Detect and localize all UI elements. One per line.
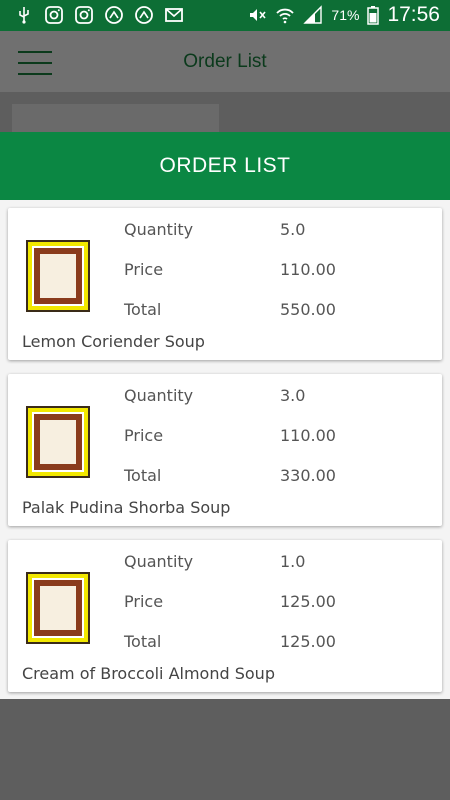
quantity-value: 3.0 — [280, 386, 306, 405]
quantity-label: Quantity — [124, 220, 194, 239]
instagram-icon — [75, 6, 93, 24]
price-label: Price — [124, 426, 164, 445]
order-item-card[interactable]: Quantity 3.0 Price 110.00 Total 330.00 P… — [8, 374, 442, 526]
app-bar-title: Order List — [183, 51, 267, 72]
usb-icon — [19, 7, 29, 24]
price-label: Price — [124, 592, 164, 611]
total-label: Total — [124, 632, 162, 651]
background-content — [0, 92, 450, 132]
app-icon — [135, 6, 153, 24]
total-value: 330.00 — [280, 466, 336, 485]
total-label: Total — [124, 466, 162, 485]
item-thumbnail — [26, 406, 90, 478]
price-value: 110.00 — [280, 426, 336, 445]
status-bar: 71% 17:56 — [0, 0, 450, 31]
app-icon — [105, 6, 123, 24]
battery-icon — [367, 6, 380, 25]
total-value: 125.00 — [280, 632, 336, 651]
app-bar: Order List — [0, 31, 450, 92]
item-name: Palak Pudina Shorba Soup — [22, 498, 231, 517]
mail-icon — [165, 8, 183, 22]
price-value: 125.00 — [280, 592, 336, 611]
quantity-label: Quantity — [124, 552, 194, 571]
total-label: Total — [124, 300, 162, 319]
item-name: Cream of Broccoli Almond Soup — [22, 664, 275, 683]
order-list-dialog: ORDER LIST Quantity 5.0 Price 110.00 Tot… — [0, 132, 450, 699]
status-left-icons — [14, 5, 184, 25]
order-item-card[interactable]: Quantity 1.0 Price 125.00 Total 125.00 C… — [8, 540, 442, 692]
status-right-icons: 71% 17:56 — [247, 3, 440, 27]
wifi-icon — [276, 8, 295, 24]
battery-percent: 71% — [331, 7, 360, 23]
mute-icon — [250, 9, 267, 21]
background-card — [12, 104, 219, 132]
clock: 17:56 — [387, 3, 440, 26]
order-item-card[interactable]: Quantity 5.0 Price 110.00 Total 550.00 L… — [8, 208, 442, 360]
price-label: Price — [124, 260, 164, 279]
signal-icon — [303, 5, 323, 24]
item-name: Lemon Coriender Soup — [22, 332, 205, 351]
dialog-title: ORDER LIST — [0, 132, 450, 200]
item-thumbnail — [26, 240, 90, 312]
item-thumbnail — [26, 572, 90, 644]
price-value: 110.00 — [280, 260, 336, 279]
quantity-value: 5.0 — [280, 220, 306, 239]
total-value: 550.00 — [280, 300, 336, 319]
quantity-value: 1.0 — [280, 552, 306, 571]
quantity-label: Quantity — [124, 386, 194, 405]
instagram-icon — [45, 6, 63, 24]
